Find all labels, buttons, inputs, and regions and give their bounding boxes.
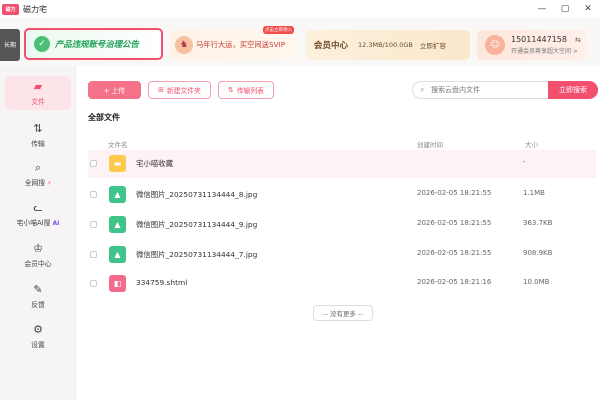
app-title: 磁力宅 xyxy=(23,4,47,14)
search-box: ⌕ 立即搜索 xyxy=(412,81,598,99)
search-button[interactable]: 立即搜索 xyxy=(548,81,598,99)
section-title: 全部文件 xyxy=(88,113,120,122)
column-header-time[interactable]: 创建时间 xyxy=(417,139,443,149)
folder-icon: ▬ xyxy=(109,155,126,172)
shield-icon: ✓ xyxy=(34,36,50,52)
user-subtitle[interactable]: 开通会员尊享超大空间 > xyxy=(511,46,581,55)
html-file-icon: ◧ xyxy=(109,275,126,292)
horse-icon: ♞ xyxy=(175,36,193,54)
notice-banner[interactable]: ✓ 产品违规账号治理公告 xyxy=(24,28,163,60)
vip-center-card[interactable]: 会员中心 12.3MB/100.0GB 立即扩容 xyxy=(306,30,470,60)
maximize-button[interactable]: ▢ xyxy=(555,0,575,18)
row-checkbox[interactable] xyxy=(90,191,97,198)
user-phone: 15011447158 xyxy=(511,35,567,44)
sidebar-item-files[interactable]: ▰ 文件 xyxy=(5,76,71,110)
table-row[interactable]: ▲ 微信图片_20250731134444_7.jpg 2026-02-05 1… xyxy=(88,241,596,269)
close-button[interactable]: ✕ xyxy=(578,0,598,18)
file-size: 363.7KB xyxy=(523,219,553,227)
file-size: - xyxy=(523,158,526,166)
crown-icon: ♔ xyxy=(33,242,43,255)
sidebar-item-label: 全网搜 xyxy=(24,179,46,187)
sidebar-item-settings[interactable]: ⚙ 设置 xyxy=(5,319,71,353)
promo-banner[interactable]: ♞ 马年行大运，买空间送SVIP 点击立即领入 xyxy=(170,26,298,60)
user-card[interactable]: ☺ 15011447158 ⇆ 开通会员尊享超大空间 > xyxy=(477,30,587,60)
storage-usage: 12.3MB/100.0GB xyxy=(358,41,413,49)
sidebar-item-label: 宅小喵AI搜 xyxy=(16,219,51,227)
file-name[interactable]: 微信图片_20250731134444_9.jpg xyxy=(136,219,257,230)
file-size: 10.0MB xyxy=(523,278,550,286)
sidebar-item-vip[interactable]: ♔ 会员中心 xyxy=(5,238,71,272)
app-window: 磁力 磁力宅 — ▢ ✕ 长期 ✓ 产品违规账号治理公告 ♞ 马年行大运，买空间… xyxy=(0,0,600,400)
file-time: 2026-02-05 18:21:55 xyxy=(417,249,492,257)
row-checkbox[interactable] xyxy=(90,221,97,228)
sidebar-item-web-search[interactable]: ⌕ 全网搜 ⚡ xyxy=(5,157,71,191)
transfer-list-icon: ⇅ xyxy=(228,86,234,94)
promo-tag: 点击立即领入 xyxy=(263,26,294,34)
file-name[interactable]: 334759.shtml xyxy=(136,278,187,287)
table-row[interactable]: ◧ 334759.shtml 2026-02-05 18:21:16 10.0M… xyxy=(88,270,596,298)
sidebar-item-label: 文件 xyxy=(31,98,45,106)
image-file-icon: ▲ xyxy=(109,216,126,233)
row-checkbox[interactable] xyxy=(90,280,97,287)
sidebar-item-label: 传输 xyxy=(31,140,45,148)
row-checkbox[interactable] xyxy=(90,160,97,167)
table-row[interactable]: ▲ 微信图片_20250731134444_9.jpg 2026-02-05 1… xyxy=(88,211,596,239)
column-header-size[interactable]: 大小 xyxy=(525,139,538,149)
promo-text: 马年行大运，买空间送SVIP xyxy=(196,40,286,49)
file-time: 2026-02-05 18:21:55 xyxy=(417,189,492,197)
feedback-icon: ✎ xyxy=(33,283,43,296)
file-name[interactable]: 微信图片_20250731134444_8.jpg xyxy=(136,189,257,200)
vip-title: 会员中心 xyxy=(314,41,349,51)
new-folder-label: 新建文件夹 xyxy=(166,87,201,95)
sidebar-item-label: 反馈 xyxy=(31,301,45,309)
sidebar-item-label: 会员中心 xyxy=(24,260,52,268)
sidebar-item-ai-search[interactable]: ᓚ 宅小喵AI搜 AI xyxy=(5,197,71,231)
upload-button[interactable]: + 上传 xyxy=(88,81,141,99)
file-name[interactable]: 宅小喵收藏 xyxy=(136,158,173,169)
transfer-list-label: 传输列表 xyxy=(236,87,264,95)
search-input[interactable] xyxy=(431,84,541,96)
new-folder-button[interactable]: ⊞ 新建文件夹 xyxy=(148,81,211,99)
no-more-indicator: -- 没有更多 -- xyxy=(313,305,373,321)
table-row[interactable]: ▬ 宅小喵收藏 - xyxy=(88,150,596,178)
file-size: 908.9KB xyxy=(523,249,553,257)
avatar[interactable]: ☺ xyxy=(485,35,505,55)
lightning-icon: ⚡ xyxy=(47,180,52,187)
folder-icon: ▰ xyxy=(33,80,43,93)
image-file-icon: ▲ xyxy=(109,246,126,263)
image-file-icon: ▲ xyxy=(109,186,126,203)
news-card[interactable]: 长期 xyxy=(0,29,20,61)
app-logo: 磁力 xyxy=(2,3,19,15)
file-size: 1.1MB xyxy=(523,189,545,197)
cat-icon: ᓚ xyxy=(33,201,43,214)
new-folder-icon: ⊞ xyxy=(158,86,164,94)
column-header-name[interactable]: 文件名 xyxy=(108,139,128,149)
title-bar: 磁力 磁力宅 — ▢ ✕ xyxy=(0,0,600,18)
gear-icon: ⚙ xyxy=(33,323,43,336)
expand-storage-link[interactable]: 立即扩容 xyxy=(420,40,446,50)
switch-account-icon[interactable]: ⇆ xyxy=(575,36,581,44)
minimize-button[interactable]: — xyxy=(532,0,552,18)
sidebar-item-transfer[interactable]: ⇅ 传输 xyxy=(5,118,71,152)
file-time: 2026-02-05 18:21:55 xyxy=(417,219,492,227)
file-time: 2026-02-05 18:21:16 xyxy=(417,278,492,286)
search-icon: ⌕ xyxy=(34,161,42,174)
sidebar-item-feedback[interactable]: ✎ 反馈 xyxy=(5,279,71,313)
sidebar-item-label: 设置 xyxy=(31,341,45,349)
ai-badge: AI xyxy=(52,220,60,227)
file-name[interactable]: 微信图片_20250731134444_7.jpg xyxy=(136,249,257,260)
search-icon: ⌕ xyxy=(420,85,425,94)
row-checkbox[interactable] xyxy=(90,251,97,258)
table-row[interactable]: ▲ 微信图片_20250731134444_8.jpg 2026-02-05 1… xyxy=(88,181,596,209)
notice-text: 产品违规账号治理公告 xyxy=(55,39,139,49)
transfer-icon: ⇅ xyxy=(33,122,43,135)
transfer-list-button[interactable]: ⇅ 传输列表 xyxy=(218,81,274,99)
